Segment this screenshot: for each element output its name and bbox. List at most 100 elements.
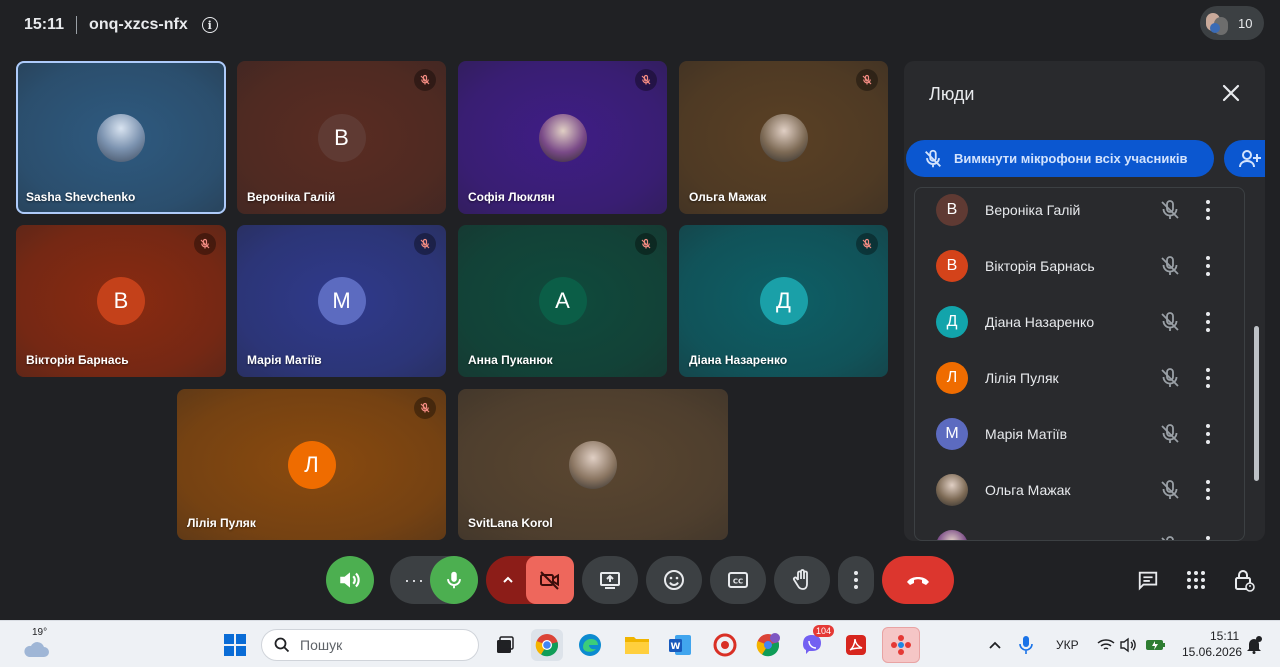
mic-off-icon (414, 397, 436, 419)
app-red-swirl[interactable] (709, 629, 741, 661)
chrome-icon (535, 634, 559, 657)
weather-widget[interactable]: 19° (16, 627, 56, 661)
add-person-button[interactable] (1224, 140, 1265, 177)
present-button[interactable] (582, 556, 638, 604)
meet-app: 15:11 onq-xzcs-nfx i 10 Sasha Shevchenko… (0, 0, 1280, 620)
meet-app-icon[interactable] (882, 627, 920, 663)
microphone-button[interactable] (430, 556, 478, 604)
tray-battery[interactable] (1142, 629, 1170, 661)
start-button[interactable] (219, 629, 251, 661)
chat-icon (1138, 571, 1158, 591)
file-explorer-app[interactable] (621, 629, 653, 661)
participant-list-item[interactable]: В Вероніка Галій (915, 188, 1215, 238)
mic-off-icon[interactable] (1158, 310, 1182, 334)
leave-call-button[interactable] (882, 556, 954, 604)
add-person-icon (1239, 149, 1261, 167)
viber-app[interactable]: 104 (796, 625, 834, 661)
mic-off-icon[interactable] (1158, 254, 1182, 278)
acrobat-app[interactable] (840, 629, 872, 661)
mic-icon (447, 571, 461, 589)
participant-list-item[interactable]: Л Лілія Пуляк (915, 350, 1215, 406)
word-app[interactable]: W (664, 629, 696, 661)
participant-tile[interactable]: Л Лілія Пуляк (177, 389, 446, 540)
present-screen-icon (600, 572, 620, 589)
participant-tile[interactable]: М Марія Матіїв (237, 225, 446, 377)
participant-avatars-icon (1206, 11, 1230, 35)
speaker-button[interactable] (326, 556, 374, 604)
people-list-scrollbar[interactable] (1254, 326, 1259, 481)
mic-off-icon[interactable] (1158, 366, 1182, 390)
header-divider (76, 16, 78, 34)
mic-off-icon[interactable] (1158, 198, 1182, 222)
chrome-profile-app[interactable] (752, 629, 784, 661)
viber-badge: 104 (812, 625, 834, 637)
notifications-button[interactable] (1240, 629, 1268, 661)
participant-list-item[interactable]: Софія Люклян (915, 518, 1215, 540)
mic-off-icon[interactable] (1158, 534, 1182, 540)
captions-icon: CC (728, 572, 748, 588)
participant-photo (538, 113, 587, 162)
close-icon[interactable] (1219, 81, 1243, 105)
task-view-icon (497, 636, 514, 653)
participant-tile[interactable]: Sasha Shevchenko (16, 61, 226, 214)
raise-hand-button[interactable] (774, 556, 830, 604)
participant-list-item[interactable]: Д Діана Назаренко (915, 294, 1215, 350)
taskbar-search[interactable]: Пошук (261, 629, 479, 661)
mic-off-icon[interactable] (1158, 478, 1182, 502)
edge-app[interactable] (574, 629, 606, 661)
mic-off-icon[interactable] (1158, 422, 1182, 446)
more-vert-icon[interactable] (1205, 312, 1211, 332)
more-vert-icon[interactable] (1205, 368, 1211, 388)
participant-tile[interactable]: Софія Люклян (458, 61, 667, 214)
participant-list-item[interactable]: В Вікторія Барнась (915, 238, 1215, 294)
camera-button[interactable] (526, 556, 574, 604)
participant-list-item[interactable]: Ольга Мажак (915, 462, 1215, 518)
host-controls-button[interactable] (1224, 556, 1264, 604)
participant-avatar: М (317, 277, 366, 325)
participant-list-name: Лілія Пуляк (985, 370, 1059, 386)
hang-up-icon (907, 577, 929, 585)
participant-tile[interactable]: В Вероніка Галій (237, 61, 446, 214)
chevron-up-icon[interactable] (500, 572, 516, 588)
more-vert-icon[interactable] (1205, 256, 1211, 276)
mic-options-icon[interactable]: ··· (404, 570, 425, 591)
participant-list-name: Марія Матіїв (985, 426, 1068, 442)
more-options-button[interactable] (838, 556, 874, 604)
info-icon[interactable]: i (201, 17, 218, 33)
participant-count: 10 (1238, 15, 1253, 31)
people-list: В Вероніка Галій В Вікторія Барнась Д Діана Н… (914, 187, 1245, 541)
clock-date[interactable]: 15.06.2026 (1182, 645, 1242, 659)
participant-tile[interactable]: А Анна Пуканюк (458, 225, 667, 377)
participant-name: SvitLana Korol (468, 516, 553, 530)
activities-button[interactable] (1176, 556, 1216, 604)
captions-button[interactable]: CC (710, 556, 766, 604)
participant-avatar: Д (759, 277, 808, 325)
participant-name: Лілія Пуляк (187, 516, 256, 530)
tray-volume[interactable] (1117, 629, 1141, 661)
tray-network[interactable] (1094, 629, 1118, 661)
chrome-app[interactable] (531, 629, 563, 661)
more-vert-icon[interactable] (1205, 480, 1211, 500)
chat-button[interactable] (1128, 556, 1168, 604)
more-vert-icon[interactable] (1205, 424, 1211, 444)
participant-tile[interactable]: SvitLana Korol (458, 389, 728, 540)
clock-time[interactable]: 15:11 (1210, 629, 1239, 643)
participant-list-item[interactable]: М Марія Матіїв (915, 406, 1215, 462)
acrobat-icon (846, 635, 866, 655)
participant-tile[interactable]: В Вікторія Барнась (16, 225, 226, 377)
participant-tile[interactable]: Ольга Мажак (679, 61, 888, 214)
participants-button[interactable]: 10 (1200, 6, 1264, 40)
camera-off-icon (540, 571, 559, 590)
svg-text:W: W (671, 642, 681, 652)
more-vert-icon[interactable] (1205, 200, 1211, 220)
tray-mic[interactable] (1012, 629, 1040, 661)
reactions-button[interactable] (646, 556, 702, 604)
mic-off-icon (856, 233, 878, 255)
participant-tile[interactable]: Д Діана Назаренко (679, 225, 888, 377)
mic-off-icon (856, 69, 878, 91)
task-view-button[interactable] (489, 629, 521, 661)
tray-overflow[interactable] (981, 629, 1009, 661)
language-indicator[interactable]: УКР (1056, 638, 1079, 652)
more-vert-icon[interactable] (1205, 536, 1211, 540)
mute-all-button[interactable]: Вимкнути мікрофони всіх учасників (906, 140, 1214, 177)
